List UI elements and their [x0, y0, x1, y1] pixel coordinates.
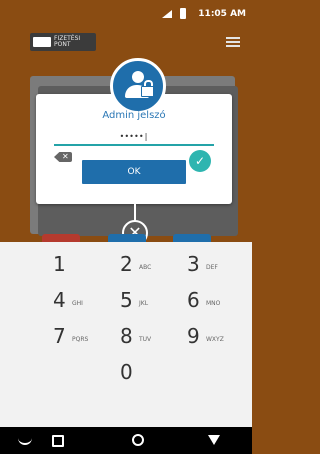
underlying-button-blue	[108, 234, 146, 242]
key-number: 0	[120, 360, 133, 384]
keyboard-hide-icon[interactable]	[18, 437, 32, 445]
key-9[interactable]: 9 WXYZ	[187, 318, 247, 354]
key-number: 2	[120, 252, 133, 276]
app-logo: FIZETÉSI PONT	[30, 33, 96, 51]
key-0[interactable]: 0	[120, 354, 180, 390]
back-icon[interactable]	[208, 435, 220, 445]
key-letters: PQRS	[72, 336, 89, 343]
signal-icon	[162, 10, 172, 18]
key-letters: DEF	[206, 264, 218, 271]
check-icon[interactable]: ✓	[189, 150, 211, 172]
recents-icon[interactable]	[52, 435, 64, 447]
status-time: 11:05 AM	[198, 9, 246, 19]
navigation-bar	[0, 427, 252, 454]
key-letters: GHI	[72, 300, 83, 307]
key-8[interactable]: 8 TUV	[120, 318, 180, 354]
key-letters: TUV	[139, 336, 152, 343]
ok-button[interactable]: OK	[82, 160, 186, 184]
logo-text: FIZETÉSI PONT	[54, 35, 81, 48]
user-head-icon	[132, 71, 144, 83]
key-5[interactable]: 5 JKL	[120, 282, 180, 318]
numeric-keypad: 1 2 ABC 3 DEF 4 GHI 5 JKL 6 MNO 7 PQRS 8…	[0, 242, 252, 427]
menu-icon[interactable]	[226, 37, 240, 48]
key-number: 5	[120, 288, 133, 312]
lock-icon	[141, 86, 154, 97]
admin-lock-avatar	[110, 58, 166, 114]
key-number: 3	[187, 252, 200, 276]
key-2[interactable]: 2 ABC	[120, 246, 180, 282]
key-number: 1	[53, 252, 66, 276]
underlying-button-blue-2	[173, 234, 211, 242]
key-1[interactable]: 1	[53, 246, 113, 282]
key-6[interactable]: 6 MNO	[187, 282, 247, 318]
key-number: 6	[187, 288, 200, 312]
key-4[interactable]: 4 GHI	[53, 282, 113, 318]
status-bar: 11:05 AM	[0, 0, 252, 28]
dialog-title: Admin jelszó	[102, 110, 166, 121]
underlying-button-red	[42, 234, 80, 242]
home-icon[interactable]	[132, 434, 144, 446]
key-number: 7	[53, 324, 66, 348]
key-number: 9	[187, 324, 200, 348]
key-letters: MNO	[206, 300, 221, 307]
key-letters: JKL	[139, 300, 149, 307]
card-icon	[33, 37, 51, 47]
key-letters: WXYZ	[206, 336, 224, 343]
key-number: 4	[53, 288, 66, 312]
key-7[interactable]: 7 PQRS	[53, 318, 113, 354]
key-3[interactable]: 3 DEF	[187, 246, 247, 282]
password-input[interactable]	[54, 128, 214, 146]
battery-icon	[180, 8, 186, 19]
key-number: 8	[120, 324, 133, 348]
key-letters: ABC	[139, 264, 152, 271]
